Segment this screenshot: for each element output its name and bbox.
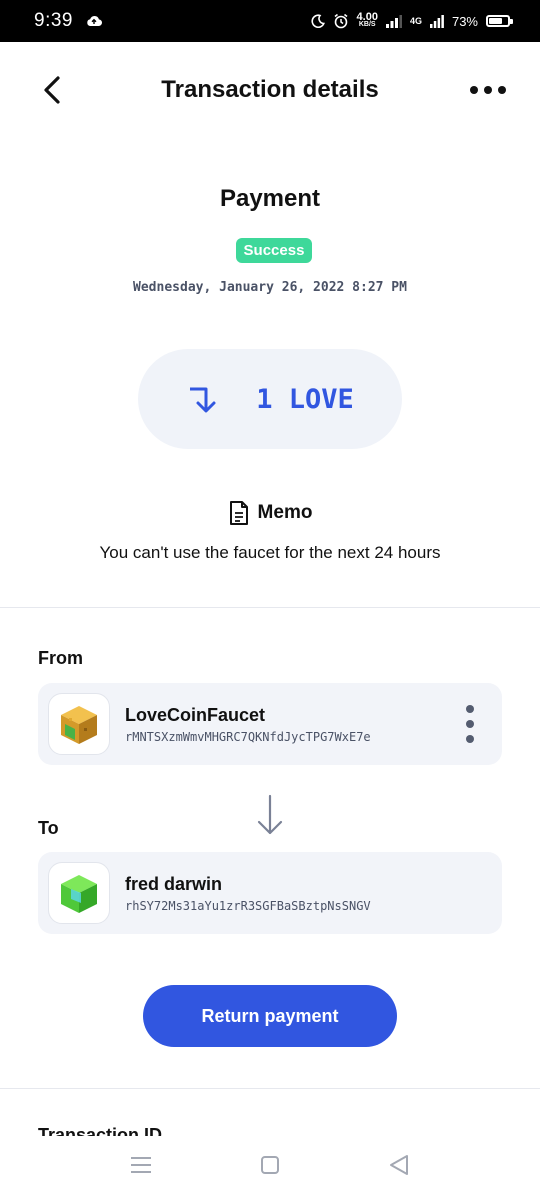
- to-address: rhSY72Ms31aYu1zrR3SGFBaSBztpNsSNGV: [125, 899, 371, 913]
- return-payment-button[interactable]: Return payment: [143, 985, 397, 1047]
- from-address: rMNTSXzmWmvMHGRC7QKNfdJycTPG7WxE7e: [125, 730, 371, 744]
- gold-cube-icon: [61, 706, 97, 744]
- transaction-id-label: Transaction ID: [38, 1126, 163, 1136]
- to-label: To: [38, 818, 59, 838]
- system-nav-bar: [0, 1136, 540, 1200]
- from-avatar: [48, 693, 110, 755]
- to-avatar: [48, 862, 110, 924]
- status-badge: Success: [236, 238, 312, 263]
- kebab-menu-icon[interactable]: [462, 705, 478, 743]
- divider: [0, 607, 540, 608]
- transaction-type: Payment: [219, 185, 321, 212]
- nav-back-icon[interactable]: [388, 1154, 410, 1176]
- from-label: From: [38, 648, 83, 668]
- app-header: Transaction details: [0, 42, 540, 138]
- network-type: 4G: [409, 16, 422, 26]
- page-title: Transaction details: [161, 76, 379, 103]
- signal-icon: [385, 15, 402, 28]
- green-cube-icon: [61, 875, 97, 913]
- transaction-date: Wednesday, January 26, 2022 8:27 PM: [133, 280, 407, 295]
- memo-header: Memo: [0, 500, 540, 526]
- arrow-down-icon: [257, 794, 283, 835]
- to-name: fred darwin: [125, 874, 223, 894]
- amount-pill: 1 LOVE: [138, 349, 402, 449]
- battery-percent: 73%: [451, 13, 478, 29]
- memo-text: You can't use the faucet for the next 24…: [99, 543, 441, 562]
- from-account-card[interactable]: LoveCoinFaucet rMNTSXzmWmvMHGRC7QKNfdJyc…: [38, 683, 502, 765]
- memo-label: Memo: [257, 502, 313, 523]
- status-right-group: 4.00 KB/S 4G 73%: [311, 10, 513, 32]
- battery-icon: [486, 15, 513, 27]
- incoming-arrow-icon: [190, 387, 216, 413]
- signal-icon-2: [429, 15, 444, 28]
- network-speed: 4.00 KB/S: [356, 11, 378, 29]
- to-account-card[interactable]: fred darwin rhSY72Ms31aYu1zrR3SGFBaSBztp…: [38, 852, 502, 934]
- more-options-icon[interactable]: [468, 82, 508, 98]
- from-name: LoveCoinFaucet: [125, 705, 266, 725]
- home-icon[interactable]: [261, 1156, 279, 1174]
- divider: [0, 1088, 540, 1089]
- document-icon: [229, 501, 248, 525]
- status-bar: 9:39 4.00 KB/S 4G 73%: [0, 0, 540, 42]
- status-time: 9:39: [34, 10, 73, 31]
- transaction-amount: 1 LOVE: [256, 383, 354, 415]
- moon-icon: [311, 14, 325, 28]
- alarm-icon: [334, 13, 348, 29]
- recent-apps-icon[interactable]: [131, 1157, 151, 1173]
- cloud-upload-icon: [87, 16, 102, 27]
